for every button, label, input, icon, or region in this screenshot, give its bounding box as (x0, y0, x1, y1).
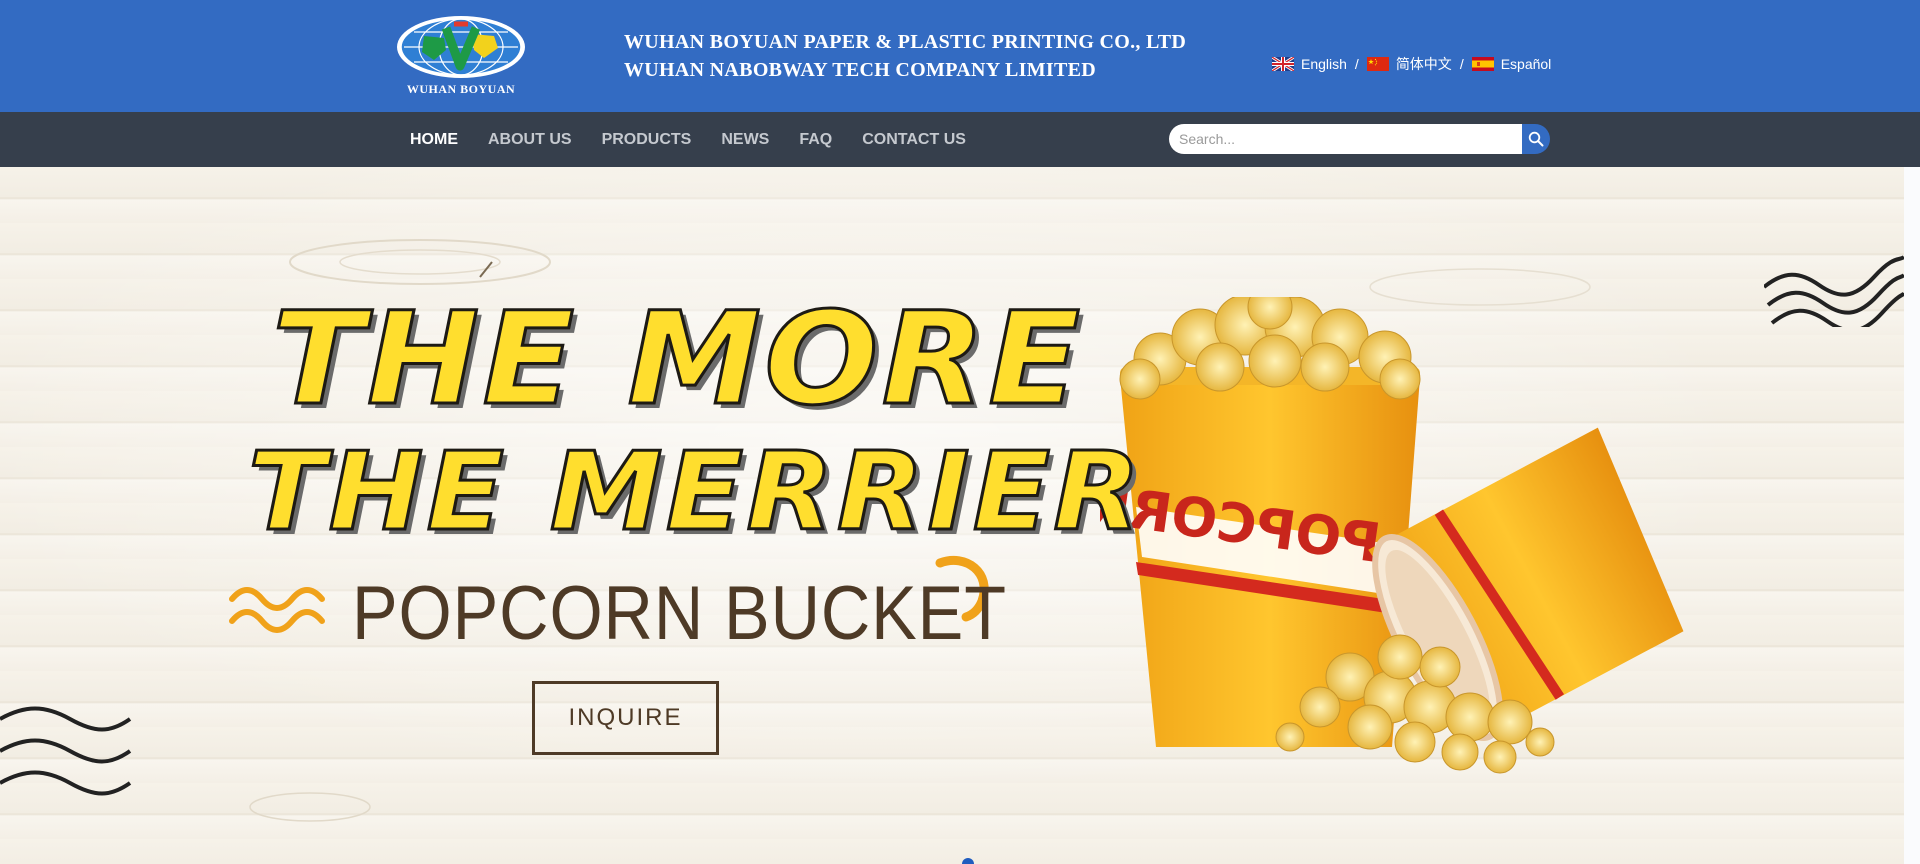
nav-item-faq[interactable]: FAQ (799, 131, 832, 149)
nav-item-news[interactable]: NEWS (721, 131, 769, 149)
company-logo[interactable]: WUHAN BOYUAN (394, 14, 528, 98)
inquire-button[interactable]: INQUIRE (532, 681, 719, 755)
company-name-secondary: WUHAN NABOBWAY TECH COMPANY LIMITED (624, 59, 1097, 81)
search-icon (1528, 131, 1544, 147)
top-header: WUHAN BOYUAN WUHAN BOYUAN PAPER & PLASTI… (0, 0, 1920, 112)
nav-item-home[interactable]: HOME (410, 131, 458, 149)
search-input[interactable] (1169, 124, 1523, 154)
language-chinese-link[interactable]: 简体中文 (1366, 54, 1452, 74)
language-chinese-label: 简体中文 (1395, 56, 1452, 72)
company-name-primary: WUHAN BOYUAN PAPER & PLASTIC PRINTING CO… (624, 31, 1187, 53)
globe-logo-icon (397, 16, 525, 78)
nav-item-about-us[interactable]: ABOUT US (488, 131, 572, 149)
banner-headline-secondary: THE MERRIER (246, 429, 1144, 557)
china-flag-icon (1366, 57, 1389, 71)
language-english-label: English (1301, 56, 1347, 72)
main-nav: HOME ABOUT US PRODUCTS NEWS FAQ CONTACT … (395, 112, 981, 167)
page-edge-strip (1904, 167, 1920, 864)
search-button[interactable] (1522, 124, 1550, 154)
language-switcher: English / 简体中文 / Español (1272, 54, 1551, 74)
popcorn-bucket-image: POPCORN (1100, 297, 1684, 774)
slide-indicator-dot[interactable] (962, 858, 974, 864)
nav-item-products[interactable]: PRODUCTS (602, 131, 692, 149)
wave-lines-icon (1764, 255, 1904, 327)
logo-text: WUHAN BOYUAN (406, 82, 516, 96)
uk-flag-icon (1272, 57, 1294, 71)
language-separator: / (1354, 56, 1359, 72)
language-spanish-label: Español (1500, 56, 1552, 72)
language-separator: / (1459, 56, 1464, 72)
banner-subline: POPCORN BUCKET (352, 571, 1007, 656)
main-navbar: HOME ABOUT US PRODUCTS NEWS FAQ CONTACT … (0, 112, 1920, 167)
banner-headline-primary: THE MORE (270, 284, 1084, 436)
hero-banner[interactable]: POPCORN THE MORE THE MERRIER POPCORN BUC… (0, 167, 1904, 864)
company-names: WUHAN BOYUAN PAPER & PLASTIC PRINTING CO… (624, 28, 1186, 84)
language-spanish-link[interactable]: Español (1471, 56, 1552, 72)
orange-wave-icon (229, 587, 325, 633)
wave-lines-icon (0, 706, 132, 796)
nav-item-contact-us[interactable]: CONTACT US (862, 131, 966, 149)
language-english-link[interactable]: English (1272, 56, 1347, 72)
spain-flag-icon (1471, 57, 1494, 71)
search-box (1169, 124, 1550, 154)
